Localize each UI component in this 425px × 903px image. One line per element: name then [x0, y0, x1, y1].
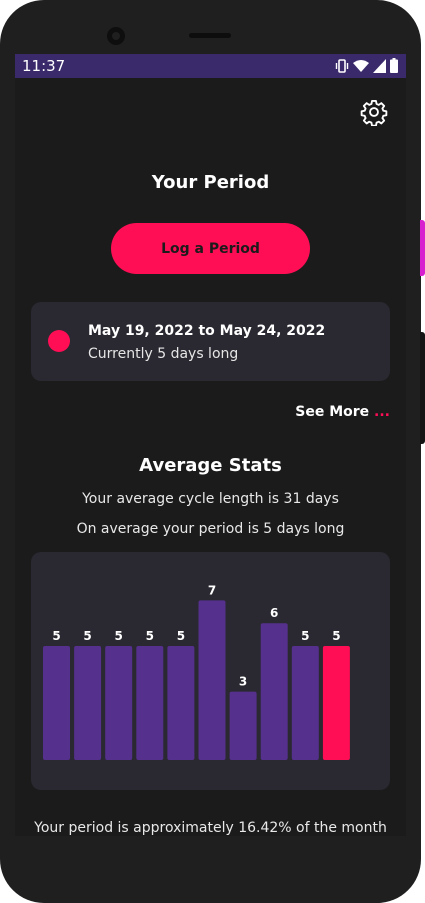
chart-bar-label: 7: [208, 583, 216, 597]
see-more-label: See More: [295, 404, 370, 420]
chart-bar-label: 5: [146, 629, 154, 643]
chart-bar: [43, 646, 70, 760]
period-date-range: May 19, 2022 to May 24, 2022: [88, 323, 326, 339]
see-more-dots: ...: [374, 404, 390, 420]
chart-bar-label: 3: [239, 675, 247, 689]
chart-bar-label: 5: [115, 629, 123, 643]
chart-bar: [198, 600, 226, 760]
chart-bar: [136, 646, 164, 760]
settings-gear-icon[interactable]: [360, 98, 388, 126]
signal-icon: [373, 58, 386, 73]
chart-bar: [167, 646, 195, 760]
chart-bar-label: 5: [83, 629, 91, 643]
log-period-button[interactable]: Log a Period: [111, 223, 310, 274]
battery-icon: [390, 58, 398, 73]
chart-bar: [291, 646, 319, 760]
app-screen: 11:37 Your Period Log a Period May 19, 2…: [15, 54, 406, 836]
chart-bar: [74, 646, 102, 760]
status-icons: [335, 58, 398, 73]
power-button: [420, 220, 425, 276]
status-time: 11:37: [22, 57, 66, 75]
chart-bar-label: 5: [301, 629, 309, 643]
chart-bar: [229, 691, 257, 760]
chart-svg: 5 5 5 5 5 7 3 6 5 5: [43, 583, 350, 760]
phone-frame: 11:37 Your Period Log a Period May 19, 2…: [0, 0, 421, 903]
current-period-card[interactable]: May 19, 2022 to May 24, 2022 Currently 5…: [31, 302, 390, 381]
chart-bar-label: 5: [52, 629, 60, 643]
chart-bar-label: 6: [270, 606, 278, 620]
see-more-link[interactable]: See More ...: [295, 404, 390, 420]
chart-bar: [260, 623, 288, 760]
vibrate-icon: [335, 58, 349, 73]
page-title: Your Period: [151, 172, 270, 193]
earpiece-speaker: [189, 33, 231, 38]
period-percentage-text: Your period is approximately 16.42% of t…: [34, 820, 387, 836]
chart-bar-label: 5: [177, 629, 185, 643]
average-period-text: On average your period is 5 days long: [76, 521, 345, 537]
average-stats-title: Average Stats: [139, 455, 282, 476]
chart-bar-label: 5: [332, 629, 340, 643]
average-cycle-text: Your average cycle length is 31 days: [82, 491, 339, 507]
period-indicator-dot: [48, 330, 70, 352]
volume-button: [420, 332, 425, 444]
chart-bar: [322, 646, 350, 760]
front-camera: [107, 27, 125, 45]
chart-bar: [105, 646, 133, 760]
wifi-icon: [353, 59, 369, 72]
status-bar: 11:37: [15, 54, 406, 78]
period-length-text: Currently 5 days long: [88, 346, 239, 362]
period-length-chart: 5 5 5 5 5 7 3 6 5 5: [31, 552, 390, 790]
